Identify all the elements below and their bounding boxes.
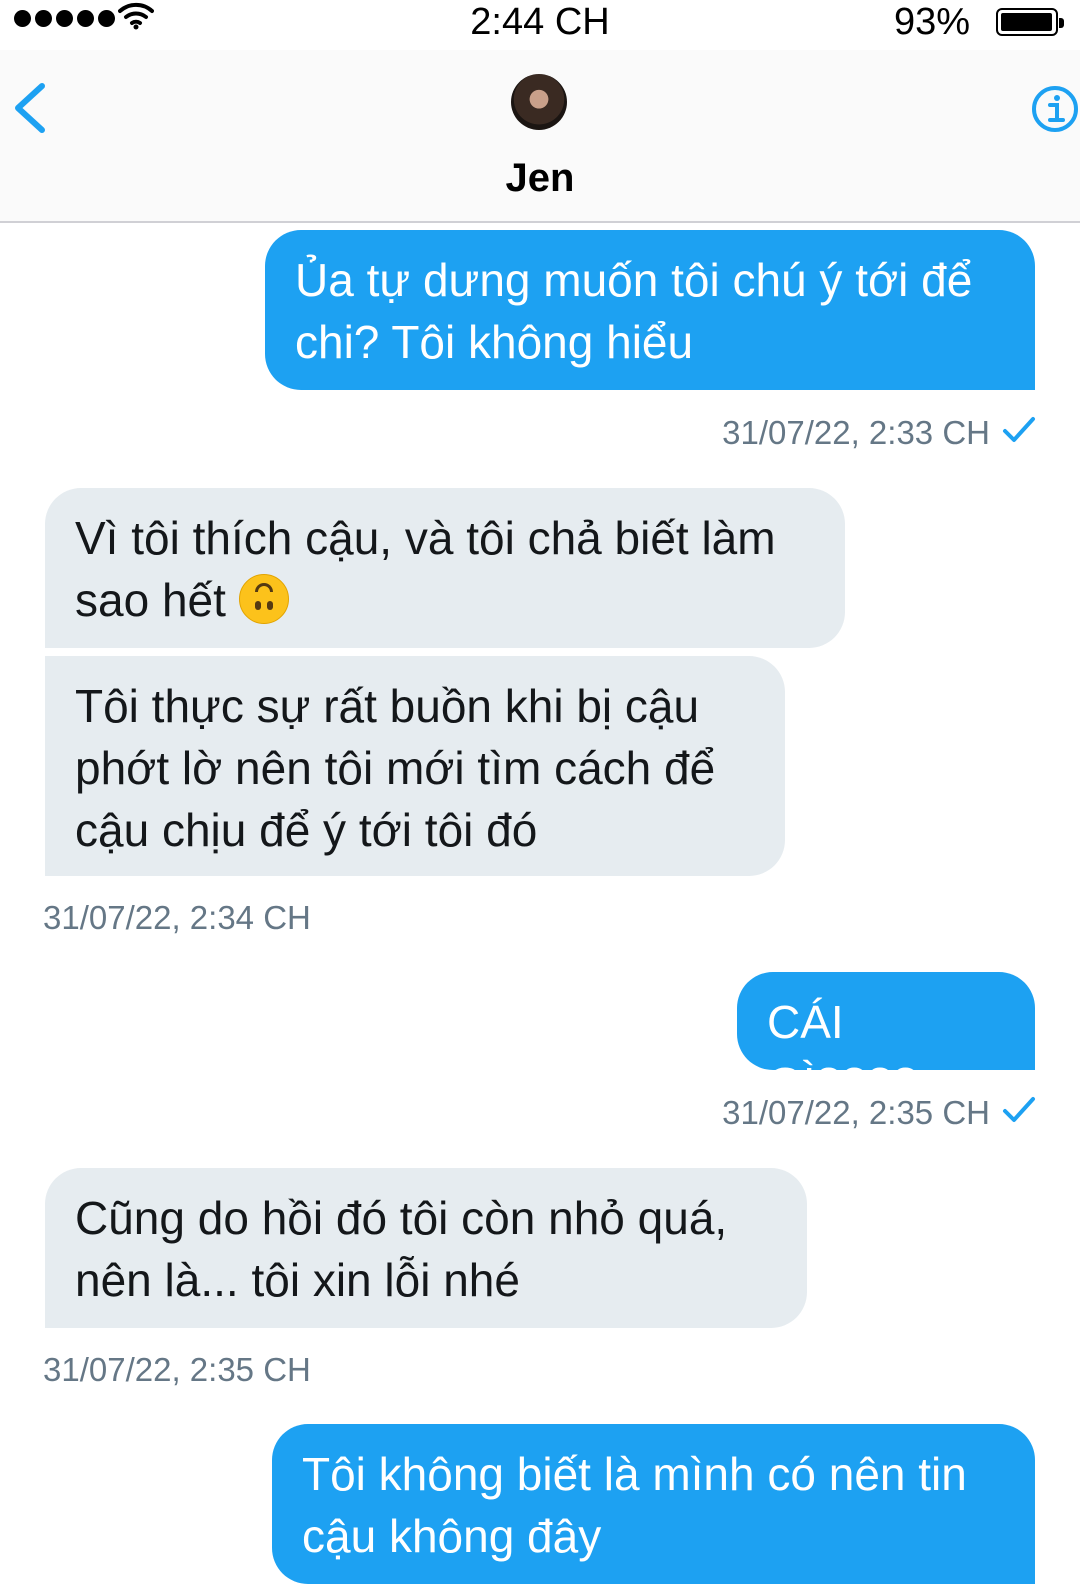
sent-check-icon bbox=[1003, 1097, 1035, 1122]
outgoing-message[interactable]: CÁI GÌ???? bbox=[737, 972, 1035, 1110]
message-timestamp: 31/07/22, 2:35 CH bbox=[43, 1351, 311, 1388]
outgoing-message[interactable]: Ủa tự dưng muốn tôi chú ý tới để chi? Tô… bbox=[265, 230, 1035, 390]
upside-down-face-icon bbox=[238, 574, 289, 624]
contact-avatar[interactable] bbox=[511, 74, 567, 130]
message-timestamp: 31/07/22, 2:35 CH bbox=[722, 1094, 990, 1131]
message-text: Ủa tự dưng muốn tôi chú ý tới để chi? Tô… bbox=[295, 254, 973, 368]
message-text: Tôi thực sự rất buồn khi bị cậu phớt lờ … bbox=[75, 680, 716, 856]
message-timestamp: 31/07/22, 2:34 CH bbox=[43, 899, 311, 936]
info-icon[interactable] bbox=[1030, 84, 1080, 134]
battery-icon bbox=[996, 8, 1064, 36]
message-text: Vì tôi thích cậu, và tôi chả biết làm sa… bbox=[75, 512, 776, 626]
status-bar: 2:44 CH 93% bbox=[0, 0, 1080, 50]
outgoing-message[interactable]: Tôi không biết là mình có nên tin cậu kh… bbox=[272, 1424, 1035, 1584]
incoming-message[interactable]: Cũng do hồi đó tôi còn nhỏ quá, nên là..… bbox=[45, 1168, 807, 1328]
conversation-header: Jen bbox=[0, 50, 1080, 223]
back-chevron-icon[interactable] bbox=[8, 80, 54, 136]
sent-check-icon bbox=[1003, 417, 1035, 442]
battery-percentage: 93% bbox=[893, 1, 970, 43]
incoming-message[interactable]: Vì tôi thích cậu, và tôi chả biết làm sa… bbox=[45, 488, 845, 648]
incoming-message[interactable]: Tôi thực sự rất buồn khi bị cậu phớt lờ … bbox=[45, 656, 785, 876]
contact-name[interactable]: Jen bbox=[0, 154, 1080, 202]
message-text: Tôi không biết là mình có nên tin cậu kh… bbox=[302, 1448, 967, 1562]
message-timestamp: 31/07/22, 2:33 CH bbox=[722, 414, 990, 451]
message-text: Cũng do hồi đó tôi còn nhỏ quá, nên là..… bbox=[75, 1192, 728, 1306]
